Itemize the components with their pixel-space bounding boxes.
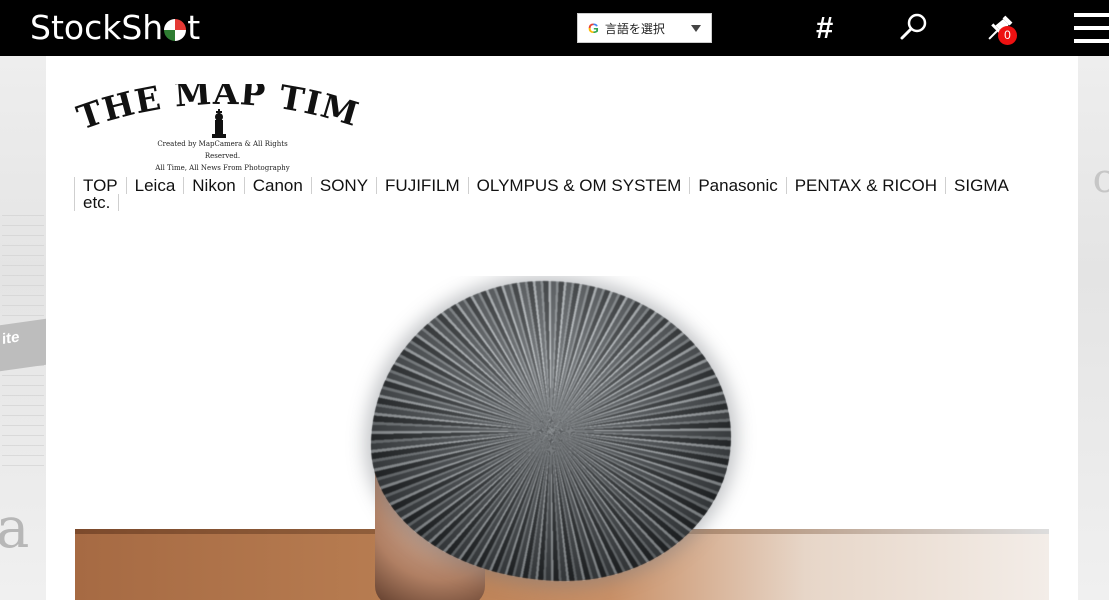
brand-text-t: t xyxy=(187,8,201,47)
map-times-logo[interactable]: THE MAP TIMES Created by MapCamera & All… xyxy=(61,53,369,172)
hashtag-button[interactable]: # xyxy=(816,10,833,46)
background-big-letter-right: c xyxy=(1092,156,1109,202)
background-big-letter: a xyxy=(0,496,30,561)
language-select[interactable]: G 言語を選択 xyxy=(577,13,712,43)
hamburger-menu-button[interactable] xyxy=(1074,13,1109,43)
nav-item-nikon[interactable]: Nikon xyxy=(183,177,243,194)
logo-tagline: Created by MapCamera & All Rights Reserv… xyxy=(140,138,305,174)
search-button[interactable] xyxy=(899,12,929,42)
nav-item-sigma[interactable]: SIGMA xyxy=(945,177,1017,194)
brand-navigation: TOP Leica Nikon Canon SONY FUJIFILM OLYMPUS & … xyxy=(74,177,1034,211)
background-right-texture: c xyxy=(1078,56,1109,600)
nav-item-fujifilm[interactable]: FUJIFILM xyxy=(376,177,468,194)
background-left-texture: ite a xyxy=(0,56,46,600)
menu-bar-icon xyxy=(1074,13,1109,17)
nav-item-etc[interactable]: etc. xyxy=(74,194,120,211)
article-hero-image[interactable] xyxy=(75,276,1049,600)
nav-item-leica[interactable]: Leica xyxy=(125,177,184,194)
aperture-icon xyxy=(164,19,187,41)
logo-tagline-line-1: Created by MapCamera & All Rights Reserv… xyxy=(157,140,288,160)
top-navigation-bar: StockSh t G 言語を選択 # 0 xyxy=(0,0,1109,56)
nav-item-top[interactable]: TOP xyxy=(74,177,126,194)
nav-item-panasonic[interactable]: Panasonic xyxy=(689,177,785,194)
logo-tagline-line-2: All Time, All News From Photography xyxy=(155,164,290,172)
nav-item-pentax-ricoh[interactable]: PENTAX & RICOH xyxy=(785,177,945,194)
brand-text-sh: Sh xyxy=(121,8,164,47)
stockshot-logo[interactable]: StockSh t xyxy=(30,8,200,47)
nav-item-olympus-om-system[interactable]: OLYMPUS & OM SYSTEM xyxy=(467,177,690,194)
chess-king-icon xyxy=(212,109,226,138)
google-icon: G xyxy=(588,20,599,36)
background-label-strip: ite xyxy=(0,318,46,372)
search-icon xyxy=(900,13,927,40)
nav-row-two: etc. xyxy=(74,194,1034,211)
menu-bar-icon xyxy=(1074,39,1109,43)
nav-item-canon[interactable]: Canon xyxy=(243,177,311,194)
map-times-title-graphic: THE MAP TIMES xyxy=(61,53,363,138)
dropdown-caret-icon xyxy=(691,25,701,32)
content-panel: THE MAP TIMES Created by MapCamera & All… xyxy=(46,53,1078,600)
windscreen-shading xyxy=(371,281,731,581)
menu-bar-icon xyxy=(1074,26,1109,30)
background-strip-text: ite xyxy=(2,328,20,348)
brand-text-stock: Stock xyxy=(30,8,122,47)
pin-count-badge: 0 xyxy=(998,26,1017,45)
nav-item-sony[interactable]: SONY xyxy=(310,177,376,194)
language-select-label: 言語を選択 xyxy=(604,21,665,36)
